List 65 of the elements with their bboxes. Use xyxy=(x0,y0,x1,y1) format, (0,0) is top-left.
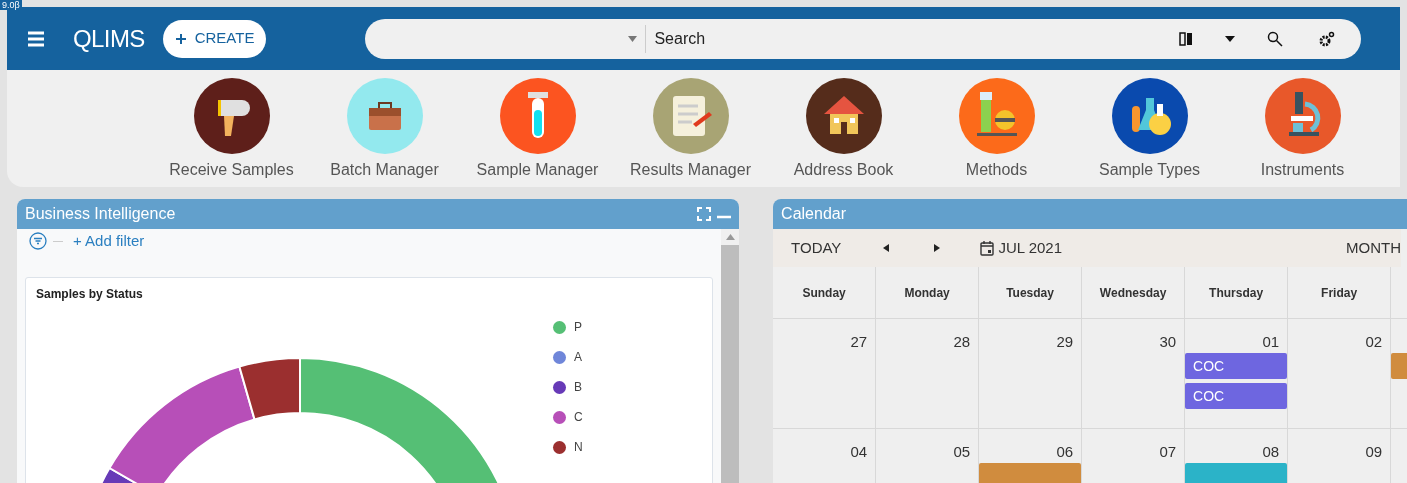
filter-icon[interactable] xyxy=(29,232,47,250)
weekday-header: Sunday xyxy=(773,267,877,319)
create-button[interactable]: CREATE xyxy=(162,19,267,58)
launcher-tile[interactable]: Batch Manager xyxy=(308,78,461,187)
day-number: 06 xyxy=(1056,443,1075,461)
day-number: 05 xyxy=(953,443,972,461)
day-number: 01 xyxy=(1262,333,1281,351)
day-number: 09 xyxy=(1365,443,1384,461)
day-number: 08 xyxy=(1262,443,1281,461)
panel-title: Calendar xyxy=(781,204,846,224)
calendar-event[interactable]: COC xyxy=(1185,383,1288,409)
day-number: 30 xyxy=(1159,333,1178,351)
legend-label: A xyxy=(574,349,582,366)
weekday-header: Tuesday xyxy=(979,267,1083,319)
day-number: 27 xyxy=(850,333,869,351)
search-input[interactable]: Search xyxy=(654,26,1160,51)
weekday-header: Thursday xyxy=(1185,267,1289,319)
calendar-icon[interactable] xyxy=(980,240,995,256)
briefcase-icon xyxy=(346,78,423,154)
search-field[interactable]: Search xyxy=(365,18,1362,59)
legend-label: P xyxy=(574,319,582,336)
legend-label: N xyxy=(574,439,583,456)
brand-logo: QLIMS xyxy=(73,23,145,54)
launcher-tile[interactable]: Receive Samples xyxy=(155,78,308,187)
chart-title: Samples by Status xyxy=(36,286,143,303)
caret-icon[interactable] xyxy=(1225,35,1236,42)
day-number: 29 xyxy=(1056,333,1075,351)
flasks-icon xyxy=(1111,78,1188,154)
today-button[interactable]: TODAY xyxy=(791,236,842,260)
weekday-header: Wednesday xyxy=(1082,267,1186,319)
day-number: 28 xyxy=(953,333,972,351)
version-label: 9.0β xyxy=(0,0,22,10)
microscope-icon xyxy=(1264,78,1341,154)
day-number: 07 xyxy=(1159,443,1178,461)
day-number: 02 xyxy=(1365,333,1384,351)
apparatus-icon xyxy=(958,78,1035,154)
launcher-tile[interactable]: Sample Types xyxy=(1073,78,1226,187)
barcode-icon[interactable] xyxy=(1179,31,1194,46)
add-filter-link[interactable]: + Add filter xyxy=(73,229,145,253)
day-number: 04 xyxy=(850,443,869,461)
settings-icon[interactable] xyxy=(1319,30,1336,47)
legend-label: C xyxy=(574,409,583,426)
weekday-header: Friday xyxy=(1288,267,1392,319)
launcher-tile[interactable]: Address Book xyxy=(767,78,920,187)
previous-icon[interactable] xyxy=(883,244,890,252)
tube-icon xyxy=(499,78,576,154)
month-label: JUL 2021 xyxy=(998,237,1063,258)
dropdown-caret-icon[interactable] xyxy=(628,35,638,42)
launcher-tile[interactable]: Methods xyxy=(920,78,1073,187)
notes-icon xyxy=(652,78,729,154)
panel-title: Business Intelligence xyxy=(25,204,177,224)
next-icon[interactable] xyxy=(934,244,941,252)
weekday-header: Monday xyxy=(876,267,980,319)
fullscreen-icon[interactable] xyxy=(697,207,712,221)
launcher-tile[interactable]: Sample Manager xyxy=(461,78,614,187)
calendar-event[interactable]: COC xyxy=(1185,353,1288,379)
menu-icon[interactable] xyxy=(27,30,45,47)
house-icon xyxy=(805,78,882,154)
plus-icon xyxy=(174,32,187,45)
month-view-button[interactable]: MONTH xyxy=(1346,236,1402,260)
launcher-tile[interactable]: Results Manager xyxy=(614,78,767,187)
scanner-icon xyxy=(193,78,270,154)
search-icon[interactable] xyxy=(1267,30,1284,47)
legend-label: B xyxy=(574,379,582,396)
launcher-tile[interactable]: Instruments xyxy=(1226,78,1379,187)
